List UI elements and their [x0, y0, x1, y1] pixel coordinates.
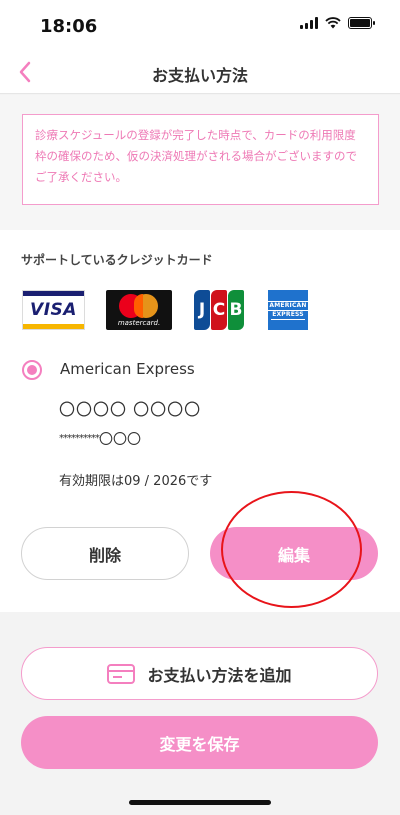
supported-cards-label: サポートしているクレジットカード: [21, 253, 213, 267]
mastercard-logo-text: mastercard.: [117, 319, 161, 327]
visa-logo: VISA: [22, 290, 85, 330]
amex-logo: AMERICAN EXPRESS: [268, 290, 308, 330]
status-bar: 18:06: [0, 0, 400, 50]
bottom-section: お支払い方法を追加 変更を保存: [0, 612, 400, 815]
status-icons: [300, 17, 375, 29]
edit-button[interactable]: 編集: [210, 527, 378, 580]
card-select-radio[interactable]: [22, 360, 42, 380]
card-brand: American Express: [60, 360, 195, 378]
credit-card-icon: [107, 663, 136, 684]
status-time: 18:06: [40, 16, 98, 37]
wifi-icon: [325, 17, 341, 29]
add-payment-method-label: お支払い方法を追加: [147, 665, 292, 685]
battery-icon: [348, 17, 375, 29]
mastercard-logo: mastercard.: [106, 290, 172, 330]
page-title: お支払い方法: [151, 66, 248, 85]
notice-section: 診療スケジュールの登録が完了した時点で、カードの利用限度枠の確保のため、仮の決済…: [0, 95, 400, 230]
card-number: **********〇〇〇: [59, 432, 141, 448]
add-payment-method-button[interactable]: お支払い方法を追加: [21, 647, 378, 700]
notice-box: 診療スケジュールの登録が完了した時点で、カードの利用限度枠の確保のため、仮の決済…: [22, 114, 379, 205]
visa-logo-text: VISA: [30, 300, 77, 320]
cellular-signal-icon: [300, 17, 318, 29]
jcb-logo: J C B: [194, 290, 244, 330]
card-section: サポートしているクレジットカード VISA mastercard. J C B …: [0, 230, 400, 612]
navigation-bar: お支払い方法: [0, 50, 400, 94]
save-changes-button[interactable]: 変更を保存: [21, 716, 378, 769]
home-indicator: [129, 800, 271, 805]
delete-button[interactable]: 削除: [21, 527, 189, 580]
card-expiry: 有効期限は09 / 2026です: [59, 474, 213, 489]
card-holder-name: 〇〇〇〇 〇〇〇〇: [59, 400, 202, 419]
